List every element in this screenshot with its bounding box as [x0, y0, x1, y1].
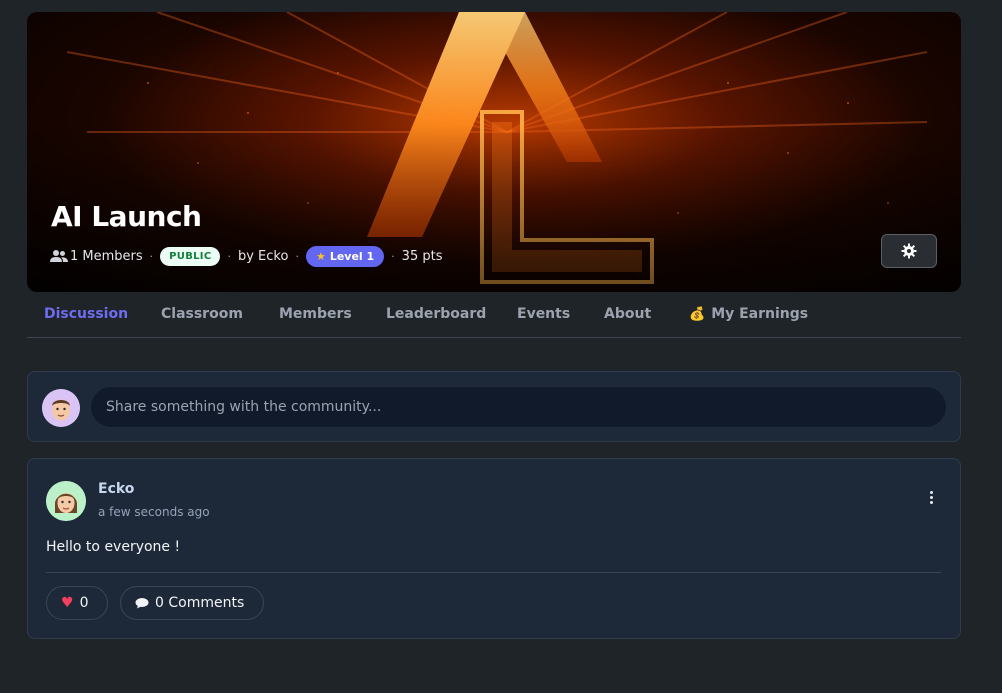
share-input[interactable]: Share something with the community...	[90, 386, 947, 428]
tab-label: About	[604, 306, 652, 322]
like-button[interactable]: ♥ 0	[46, 586, 108, 620]
separator-dot: ·	[227, 249, 231, 263]
gear-icon	[901, 243, 917, 259]
post-timestamp: a few seconds ago	[98, 505, 210, 519]
avatar[interactable]	[46, 481, 86, 521]
comment-icon	[135, 598, 149, 609]
post-author[interactable]: Ecko	[98, 481, 134, 497]
community-meta: 1 Members · PUBLIC · by Ecko · ★ Level 1…	[50, 244, 442, 268]
tab-classroom[interactable]: Classroom	[161, 306, 243, 322]
tab-my-earnings[interactable]: 💰 My Earnings	[689, 306, 808, 322]
owner-label: by Ecko	[237, 248, 289, 264]
tab-discussion[interactable]: Discussion	[44, 306, 128, 322]
money-bag-icon: 💰	[689, 306, 706, 322]
tab-label: Discussion	[44, 306, 129, 322]
author-avatar-image	[46, 481, 86, 521]
divider	[46, 572, 941, 573]
heart-icon: ♥	[61, 595, 74, 611]
tab-label: My Earnings	[711, 306, 809, 322]
community-title: AI Launch	[51, 200, 202, 233]
share-input-placeholder: Share something with the community...	[106, 399, 382, 415]
star-icon: ★	[315, 249, 326, 263]
separator-dot: ·	[391, 249, 395, 263]
settings-button[interactable]	[881, 234, 937, 268]
tab-label: Events	[517, 306, 571, 322]
tab-label: Classroom	[161, 306, 243, 322]
tab-leaderboard[interactable]: Leaderboard	[386, 306, 486, 322]
separator-dot: ·	[295, 249, 299, 263]
members-label: 1 Members	[70, 248, 143, 264]
separator-dot: ·	[149, 249, 154, 263]
tab-events[interactable]: Events	[517, 306, 570, 322]
points-label: 35 pts	[401, 248, 443, 264]
post-card: Ecko a few seconds ago Hello to everyone…	[27, 458, 961, 639]
avatar	[42, 389, 80, 427]
post-composer: Share something with the community...	[27, 371, 961, 442]
more-options-icon[interactable]	[924, 491, 938, 511]
comments-label: 0 Comments	[155, 595, 245, 611]
level-badge: ★ Level 1	[305, 245, 385, 267]
community-tabs: Discussion Classroom Members Leaderboard…	[27, 292, 961, 338]
members-count[interactable]: 1 Members	[50, 249, 143, 264]
tab-label: Leaderboard	[386, 306, 487, 322]
comments-button[interactable]: 0 Comments	[120, 586, 264, 620]
tab-label: Members	[279, 306, 352, 322]
level-label: Level 1	[329, 249, 375, 263]
community-banner: AI Launch 1 Members · PUBLIC · by Ecko ·…	[27, 12, 961, 292]
user-avatar-image	[42, 389, 80, 427]
like-count: 0	[79, 595, 89, 611]
post-body: Hello to everyone !	[46, 539, 181, 555]
tab-members[interactable]: Members	[279, 306, 352, 322]
users-icon	[50, 250, 68, 262]
tab-about[interactable]: About	[604, 306, 651, 322]
visibility-badge: PUBLIC	[160, 246, 221, 266]
